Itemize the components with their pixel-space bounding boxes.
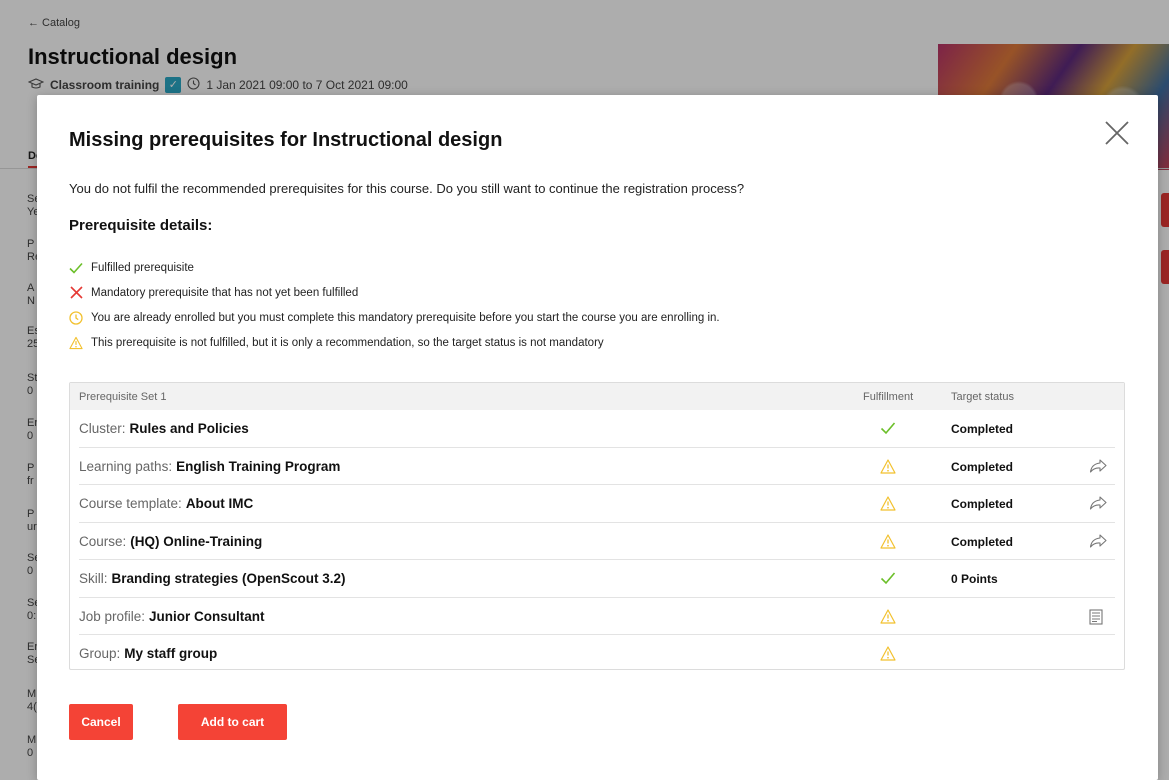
table-row: Course: (HQ) Online-Training Completed [79, 523, 1115, 560]
job-profile-icon[interactable] [1089, 608, 1107, 625]
prerequisite-name: Job profile: Junior Consultant [79, 609, 265, 624]
dialog-description: You do not fulfil the recommended prereq… [69, 181, 745, 196]
warning-icon [880, 646, 896, 662]
prerequisite-title: Branding strategies (OpenScout 3.2) [111, 571, 346, 586]
table-body: Cluster: Rules and Policies Completed Learn… [70, 410, 1124, 673]
legend-label: You are already enrolled but you must co… [91, 311, 720, 324]
open-link-icon[interactable] [1089, 496, 1107, 512]
table-row: Group: My staff group [79, 635, 1115, 673]
check-icon [880, 421, 896, 437]
open-link-icon[interactable] [1089, 533, 1107, 550]
target-status: Completed [951, 497, 1014, 511]
prerequisite-name: Course template: About IMC [79, 496, 253, 511]
check-icon [69, 261, 83, 275]
clock-icon [69, 310, 83, 325]
prerequisite-title: My staff group [124, 646, 218, 661]
legend-label: Mandatory prerequisite that has not yet … [91, 286, 359, 299]
prerequisite-type: Course template: [79, 496, 182, 511]
legend-item-mandatory: Mandatory prerequisite that has not yet … [69, 280, 720, 305]
missing-prerequisites-dialog: Missing prerequisites for Instructional … [37, 95, 1158, 780]
legend-label: Fulfilled prerequisite [91, 261, 194, 274]
warning-icon [880, 608, 896, 625]
prerequisite-title: English Training Program [176, 458, 341, 474]
prerequisite-title: Junior Consultant [149, 608, 265, 624]
legend-label: This prerequisite is not fulfilled, but … [91, 336, 604, 349]
table-row: Skill: Branding strategies (OpenScout 3.2… [79, 560, 1115, 598]
dialog-title: Missing prerequisites for Instructional … [69, 129, 503, 151]
prerequisite-title: (HQ) Online-Training [130, 533, 263, 549]
legend-item-enrolled: You are already enrolled but you must co… [69, 305, 720, 330]
warning-icon [880, 458, 896, 475]
prerequisite-name: Skill: Branding strategies (OpenScout 3.2… [79, 571, 346, 586]
warning-icon [69, 336, 83, 350]
warning-icon [880, 496, 896, 512]
legend-item-recommendation: This prerequisite is not fulfilled, but … [69, 330, 720, 355]
target-status: Completed [951, 422, 1014, 436]
prerequisite-set-name: Prerequisite Set 1 [79, 391, 167, 403]
prerequisite-title: About IMC [185, 496, 254, 511]
table-header: Prerequisite Set 1 Fulfillment Target st… [70, 383, 1124, 410]
prerequisite-type: Course: [79, 533, 127, 549]
prerequisite-name: Group: My staff group [79, 646, 217, 661]
column-header-fulfillment: Fulfillment [863, 391, 914, 403]
target-status: 0 Points [951, 572, 998, 586]
table-row: Cluster: Rules and Policies Completed [79, 410, 1115, 448]
check-icon [880, 571, 896, 587]
cancel-button[interactable]: Cancel [69, 704, 133, 740]
table-row: Course template: About IMC Completed [79, 485, 1115, 523]
prerequisite-type: Skill: [79, 571, 108, 586]
column-header-target-status: Target status [951, 391, 1014, 403]
close-icon [1105, 121, 1129, 145]
legend-item-fulfilled: Fulfilled prerequisite [69, 255, 720, 280]
table-row: Job profile: Junior Consultant [79, 598, 1115, 635]
open-link-icon[interactable] [1089, 458, 1107, 475]
prerequisite-title: Rules and Policies [129, 421, 249, 436]
prerequisite-type: Cluster: [79, 421, 126, 436]
prerequisite-type: Group: [79, 646, 121, 661]
table-row: Learning paths: English Training Program C… [79, 448, 1115, 485]
prerequisite-name: Course: (HQ) Online-Training [79, 534, 262, 549]
prerequisite-type: Learning paths: [79, 458, 173, 474]
target-status: Completed [951, 534, 1014, 549]
prerequisite-name: Learning paths: English Training Program [79, 459, 340, 474]
target-status: Completed [951, 459, 1014, 474]
cross-icon [69, 286, 83, 300]
close-button[interactable] [1103, 119, 1131, 147]
prerequisite-name: Cluster: Rules and Policies [79, 421, 249, 436]
prerequisite-type: Job profile: [79, 608, 146, 624]
prerequisite-table: Prerequisite Set 1 Fulfillment Target st… [69, 382, 1125, 670]
add-to-cart-button[interactable]: Add to cart [178, 704, 287, 740]
prerequisite-details-heading: Prerequisite details: [69, 217, 213, 234]
legend: Fulfilled prerequisite Mandatory prerequ… [69, 255, 720, 355]
warning-icon [880, 533, 896, 550]
